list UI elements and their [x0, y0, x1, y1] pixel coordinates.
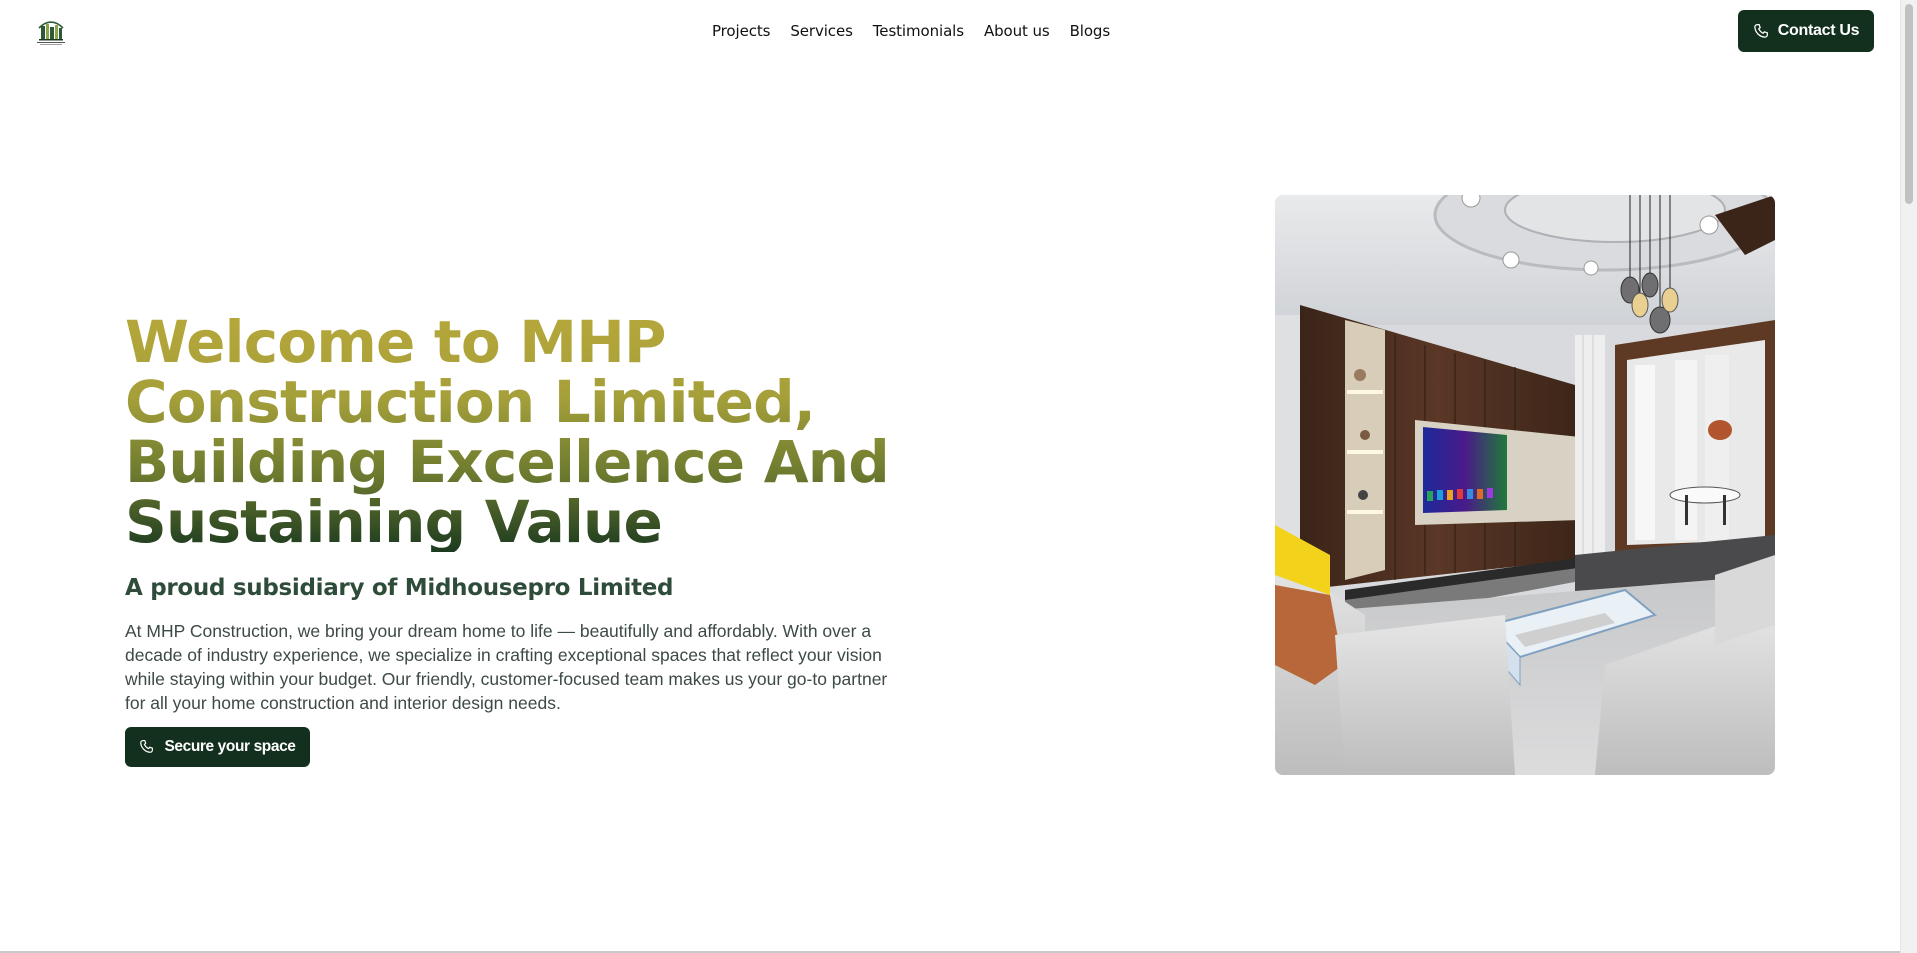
phone-icon — [139, 739, 155, 755]
page-scrollbar[interactable] — [1900, 0, 1917, 953]
nav-projects[interactable]: Projects — [702, 22, 780, 40]
phone-icon — [1753, 23, 1769, 39]
nav-testimonials[interactable]: Testimonials — [863, 22, 974, 40]
nav-blogs[interactable]: Blogs — [1060, 22, 1120, 40]
contact-us-button[interactable]: Contact Us — [1738, 10, 1874, 52]
site-header: Projects Services Testimonials About us … — [0, 0, 1900, 62]
nav-services[interactable]: Services — [780, 22, 862, 40]
main-nav: Projects Services Testimonials About us … — [702, 0, 1120, 62]
hero-title: Welcome to MHP Construction Limited, Bui… — [125, 312, 925, 552]
nav-about-us[interactable]: About us — [974, 22, 1060, 40]
logo-icon[interactable] — [35, 14, 67, 46]
page: Projects Services Testimonials About us … — [0, 0, 1917, 953]
hero-subtitle: A proud subsidiary of Midhousepro Limite… — [125, 575, 674, 601]
scrollbar-thumb[interactable] — [1905, 4, 1913, 204]
secure-your-space-button[interactable]: Secure your space — [125, 727, 310, 767]
hero-intro: At MHP Construction, we bring your dream… — [125, 621, 888, 713]
living-room-image — [1275, 195, 1775, 775]
contact-us-label: Contact Us — [1777, 22, 1860, 39]
secure-your-space-label: Secure your space — [164, 738, 296, 755]
